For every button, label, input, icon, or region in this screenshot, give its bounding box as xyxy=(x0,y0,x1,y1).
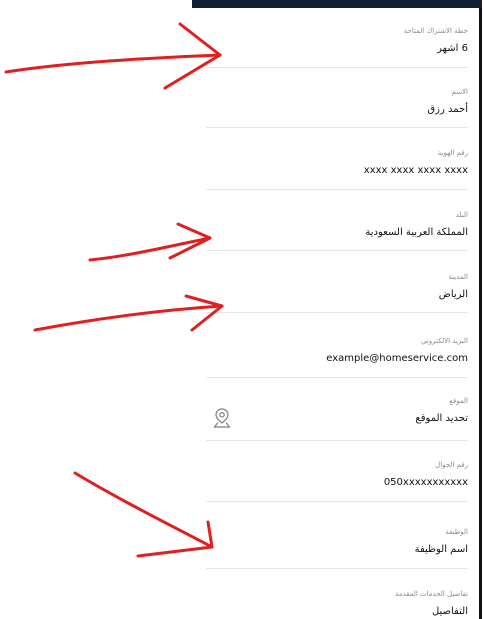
job-title-value: اسم الوظيفة xyxy=(414,544,468,555)
email-label: البريد الالكتروني xyxy=(421,337,468,345)
id-number-label: رقم الهوية xyxy=(437,149,468,157)
location-field[interactable]: الموقع تحديد الموقع xyxy=(206,396,468,426)
job-title-field[interactable]: الوظيفة اسم الوظيفة xyxy=(206,527,468,557)
mobile-label: رقم الجوال xyxy=(435,461,468,469)
mobile-field[interactable]: رقم الجوال 050xxxxxxxxxxx xyxy=(206,460,468,490)
divider xyxy=(206,127,468,128)
divider xyxy=(206,189,468,190)
name-label: الاسم xyxy=(451,88,468,96)
country-value: المملكة العربية السعودية xyxy=(365,227,468,238)
id-number-value: xxxx xxxx xxxx xxxx xyxy=(363,165,468,176)
service-details-label: تفاصيل الخدمات المقدمة xyxy=(394,590,468,598)
arrow-annotation xyxy=(4,53,222,74)
location-value: تحديد الموقع xyxy=(415,413,468,424)
country-field[interactable]: البلد المملكة العربية السعودية xyxy=(206,210,468,240)
divider xyxy=(206,67,468,68)
name-field[interactable]: الاسم أحمد رزق xyxy=(206,87,468,117)
city-value: الرياض xyxy=(438,289,468,300)
divider xyxy=(206,312,468,313)
divider xyxy=(206,250,468,251)
location-label: الموقع xyxy=(449,397,468,405)
service-details-value: التفاصيل xyxy=(431,606,468,617)
subscription-plan-field[interactable]: خطة الاشتراك المتاحة 6 اشهر xyxy=(206,26,468,56)
profile-form-panel: خطة الاشتراك المتاحة 6 اشهر الاسم أحمد ر… xyxy=(192,8,482,619)
map-pin-icon[interactable] xyxy=(212,407,232,429)
job-title-label: الوظيفة xyxy=(445,528,468,536)
divider xyxy=(206,568,468,569)
right-border xyxy=(479,8,482,619)
email-field[interactable]: البريد الالكتروني example@homeservice.co… xyxy=(206,336,468,366)
id-number-field[interactable]: رقم الهوية xxxx xxxx xxxx xxxx xyxy=(206,148,468,178)
city-label: المدينة xyxy=(448,273,468,281)
service-details-field[interactable]: تفاصيل الخدمات المقدمة التفاصيل xyxy=(206,589,468,619)
divider xyxy=(206,440,468,441)
subscription-plan-label: خطة الاشتراك المتاحة xyxy=(403,27,468,35)
country-label: البلد xyxy=(455,211,468,219)
name-value: أحمد رزق xyxy=(427,104,468,115)
top-app-bar xyxy=(192,0,482,8)
subscription-plan-value: 6 اشهر xyxy=(437,43,468,54)
divider xyxy=(206,377,468,378)
divider xyxy=(206,501,468,502)
email-value: example@homeservice.com xyxy=(326,353,468,364)
city-field[interactable]: المدينة الرياض xyxy=(206,272,468,302)
mobile-value: 050xxxxxxxxxxx xyxy=(383,477,468,488)
